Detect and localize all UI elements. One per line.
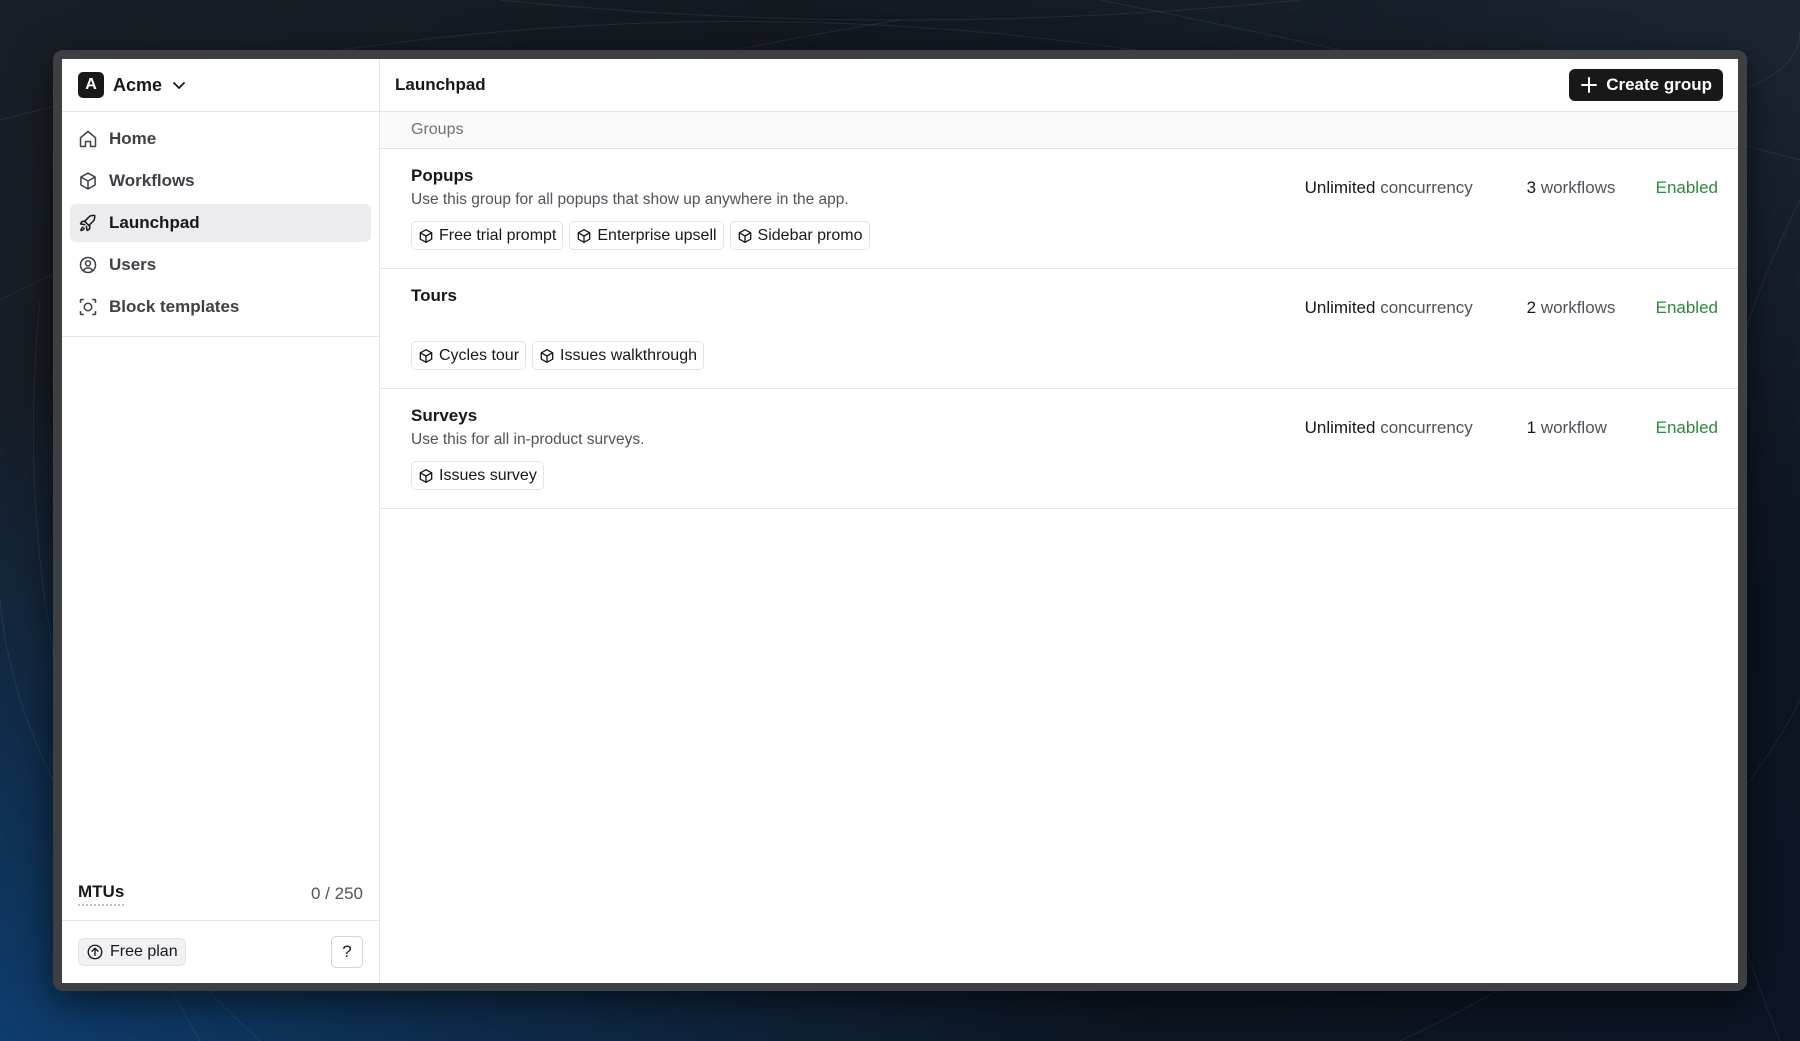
block-template-icon [79,298,97,316]
workflow-chips: Free trial prompt Enterprise upsell Side… [411,221,870,250]
group-name: Surveys [411,406,478,425]
workspace-switcher[interactable]: A Acme [62,59,379,112]
concurrency-stat: Unlimited concurrency [1305,418,1527,438]
workflow-count-label: workflows [1540,178,1616,197]
mtus-label[interactable]: MTUs [78,882,125,906]
concurrency-value: Unlimited [1304,418,1376,437]
status-badge: Enabled [1655,298,1718,317]
rocket-icon [79,214,96,232]
group-description: Use this group for all popups that show … [411,191,849,208]
groups-section-header: Groups [380,112,1738,149]
workspace-name: Acme [113,74,163,95]
workflow-chips: Cycles tour Issues walkthrough [411,341,704,370]
app-window: A Acme Home Workflows Launchpad Users Bl… [62,59,1738,983]
create-group-label: Create group [1606,75,1712,94]
mtus-value: 0 / 250 [311,884,363,903]
sidebar-item-label: Home [109,129,157,148]
workflow-count: 1 [1526,418,1537,437]
status-badge: Enabled [1655,418,1718,437]
sidebar-item-users[interactable]: Users [70,246,371,284]
concurrency-label: concurrency [1380,298,1473,317]
workflow-chip-label: Free trial prompt [439,226,557,244]
workflow-chip[interactable]: Issues survey [411,461,544,490]
sidebar-item-label: Block templates [109,297,240,316]
workflow-chip[interactable]: Cycles tour [411,341,527,370]
group-stats: Unlimited concurrency 3 workflows Enable… [1305,178,1718,198]
workflow-chip-label: Issues survey [439,466,537,484]
workflow-chips: Issues survey [411,461,544,490]
box-icon [419,468,433,483]
box-icon [419,228,433,243]
plan-label: Free plan [110,943,178,960]
concurrency-value: Unlimited [1304,298,1376,317]
workflow-chip-label: Cycles tour [439,346,520,364]
sidebar-item-workflows[interactable]: Workflows [70,162,371,200]
workflow-count-stat: 1 workflow [1527,418,1656,438]
plus-icon [1581,77,1598,93]
box-icon [80,172,96,190]
box-icon [419,348,433,363]
box-icon [540,348,554,363]
free-plan-button[interactable]: Free plan [78,938,186,966]
status-badge: Enabled [1655,178,1718,197]
group-name: Popups [411,166,474,185]
workflow-chip-label: Issues walkthrough [560,346,697,364]
workspace-avatar: A [78,72,104,98]
user-circle-icon [79,256,97,274]
workflow-count-label: workflow [1540,418,1607,437]
sidebar-item-label: Launchpad [109,213,200,232]
workflow-chip-label: Sidebar promo [757,226,863,244]
top-bar: Launchpad Create group [380,59,1738,112]
group-stats: Unlimited concurrency 1 workflow Enabled [1305,418,1718,438]
upgrade-arrow-icon [87,944,103,960]
workflow-chip-label: Enterprise upsell [597,226,717,244]
mtus-usage: MTUs 0 / 250 [62,868,379,921]
help-button[interactable]: ? [331,936,363,968]
group-description: Use this for all in-product surveys. [411,431,645,448]
sidebar-item-launchpad[interactable]: Launchpad [70,204,371,242]
box-icon [578,228,591,243]
concurrency-stat: Unlimited concurrency [1305,298,1527,318]
group-row-popups[interactable]: Popups Use this group for all popups tha… [380,149,1738,269]
sidebar-nav: Home Workflows Launchpad Users Block tem… [62,112,379,337]
group-name: Tours [411,286,457,305]
create-group-button[interactable]: Create group [1569,69,1723,101]
workflow-chip[interactable]: Issues walkthrough [532,341,704,370]
workflow-chip[interactable]: Free trial prompt [411,221,564,250]
main-content: Launchpad Create group Groups Popups Use… [380,59,1738,983]
workflow-chip[interactable]: Sidebar promo [729,221,870,250]
concurrency-value: Unlimited [1304,178,1376,197]
workflow-count: 2 [1526,298,1537,317]
group-stats: Unlimited concurrency 2 workflows Enable… [1305,298,1718,318]
workflow-chip[interactable]: Enterprise upsell [569,221,724,250]
box-icon [738,228,751,243]
sidebar-item-home[interactable]: Home [70,120,371,158]
page-title: Launchpad [395,75,486,94]
sidebar-item-label: Users [109,255,157,274]
concurrency-stat: Unlimited concurrency [1305,178,1527,198]
sidebar: A Acme Home Workflows Launchpad Users Bl… [62,59,380,983]
home-icon [79,130,97,148]
sidebar-item-label: Workflows [109,171,195,190]
sidebar-item-block-templates[interactable]: Block templates [70,288,371,326]
workflow-count-stat: 2 workflows [1527,298,1656,318]
workflow-count-label: workflows [1540,298,1616,317]
group-row-surveys[interactable]: Surveys Use this for all in-product surv… [380,389,1738,509]
sidebar-footer: Free plan ? [62,921,379,983]
workflow-count: 3 [1526,178,1537,197]
workflow-count-stat: 3 workflows [1527,178,1656,198]
chevron-down-icon [173,82,185,89]
concurrency-label: concurrency [1380,178,1473,197]
concurrency-label: concurrency [1380,418,1473,437]
group-row-tours[interactable]: Tours Cycles tour Issues walkthrough Unl… [380,269,1738,389]
